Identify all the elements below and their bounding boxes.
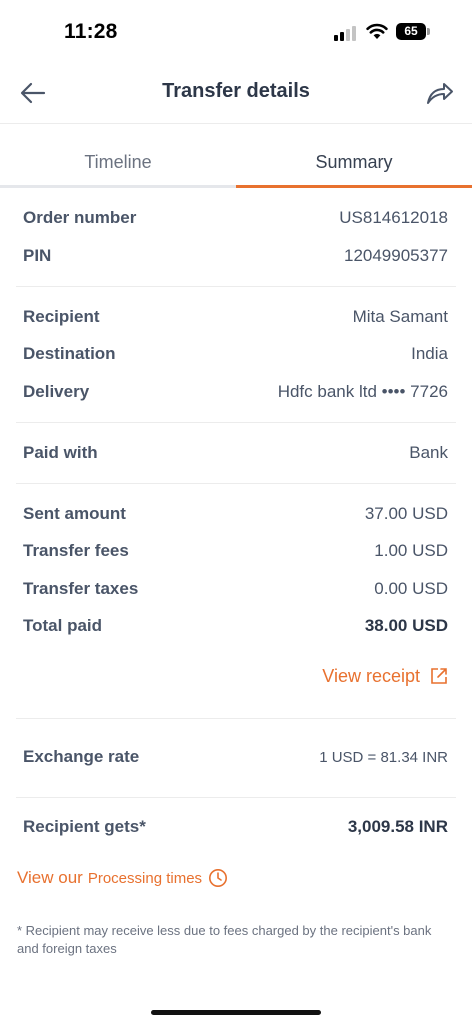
wifi-icon xyxy=(366,23,388,39)
battery-level: 65 xyxy=(396,23,426,40)
battery-icon: 65 xyxy=(396,23,430,40)
sent-amount-row: Sent amount 37.00 USD xyxy=(23,500,448,528)
transfer-fees-row: Transfer fees 1.00 USD xyxy=(23,537,448,565)
page-title: Transfer details xyxy=(162,80,310,102)
order-number-label: Order number xyxy=(23,208,137,227)
paid-with-label: Paid with xyxy=(23,443,98,462)
status-bar: 11:28 65 xyxy=(0,0,472,62)
divider xyxy=(16,797,456,798)
recipient-value: Mita Samant xyxy=(352,307,448,326)
destination-label: Destination xyxy=(23,344,116,363)
divider xyxy=(16,483,456,484)
view-receipt-label: View receipt xyxy=(322,665,420,686)
order-number-value: US814612018 xyxy=(339,208,448,227)
total-paid-row: Total paid 38.00 USD xyxy=(23,612,448,640)
transfer-fees-label: Transfer fees xyxy=(23,541,129,560)
tab-bar: Timeline Summary xyxy=(0,140,472,188)
order-number-row: Order number US814612018 xyxy=(23,204,448,232)
divider xyxy=(16,286,456,287)
nav-bar: Transfer details xyxy=(0,62,472,124)
external-link-icon xyxy=(431,668,447,684)
delivery-row: Delivery Hdfc bank ltd •••• 7726 xyxy=(23,378,448,406)
share-icon[interactable] xyxy=(424,78,454,108)
tab-timeline[interactable]: Timeline xyxy=(0,152,236,173)
divider xyxy=(16,422,456,423)
home-indicator[interactable] xyxy=(151,1010,321,1015)
pin-value: 12049905377 xyxy=(343,246,448,265)
paid-with-value: Bank xyxy=(409,443,448,462)
active-tab-indicator xyxy=(236,185,472,188)
destination-row: Destination India xyxy=(23,340,448,368)
processing-prefix: View our xyxy=(17,868,83,887)
processing-times-link[interactable]: View our Processing times xyxy=(17,865,228,891)
recipient-gets-value: 3,009.58 INR xyxy=(347,817,448,836)
exchange-rate-value: 1 USD = 81.34 INR xyxy=(319,748,448,766)
footnote: * Recipient may receive less due to fees… xyxy=(17,923,432,956)
exchange-rate-row: Exchange rate 1 USD = 81.34 INR xyxy=(23,743,448,771)
recipient-label: Recipient xyxy=(23,307,100,326)
exchange-rate-label: Exchange rate xyxy=(23,747,140,766)
clock-icon xyxy=(209,869,228,887)
recipient-gets-label: Recipient gets* xyxy=(23,817,146,836)
transfer-taxes-value: 0.00 USD xyxy=(374,579,448,598)
total-paid-label: Total paid xyxy=(23,616,103,635)
status-time: 11:28 xyxy=(64,20,118,43)
sent-amount-value: 37.00 USD xyxy=(364,504,448,523)
sent-amount-label: Sent amount xyxy=(23,504,126,523)
pin-label: PIN xyxy=(23,246,52,265)
transfer-taxes-row: Transfer taxes 0.00 USD xyxy=(23,575,448,603)
delivery-value: Hdfc bank ltd •••• 7726 xyxy=(277,382,448,401)
pin-row: PIN 12049905377 xyxy=(23,242,448,270)
recipient-gets-row: Recipient gets* 3,009.58 INR xyxy=(23,813,448,841)
delivery-label: Delivery xyxy=(23,382,90,401)
transfer-taxes-label: Transfer taxes xyxy=(23,579,139,598)
processing-link-label: Processing times xyxy=(87,869,203,887)
cellular-signal-icon xyxy=(334,25,360,41)
total-paid-value: 38.00 USD xyxy=(364,616,448,635)
divider xyxy=(16,718,456,719)
recipient-row: Recipient Mita Samant xyxy=(23,303,448,331)
paid-with-row: Paid with Bank xyxy=(23,439,448,467)
transfer-fees-value: 1.00 USD xyxy=(374,541,448,560)
destination-value: India xyxy=(411,344,448,363)
view-receipt-link[interactable]: View receipt xyxy=(322,663,448,689)
tab-summary[interactable]: Summary xyxy=(236,152,472,173)
